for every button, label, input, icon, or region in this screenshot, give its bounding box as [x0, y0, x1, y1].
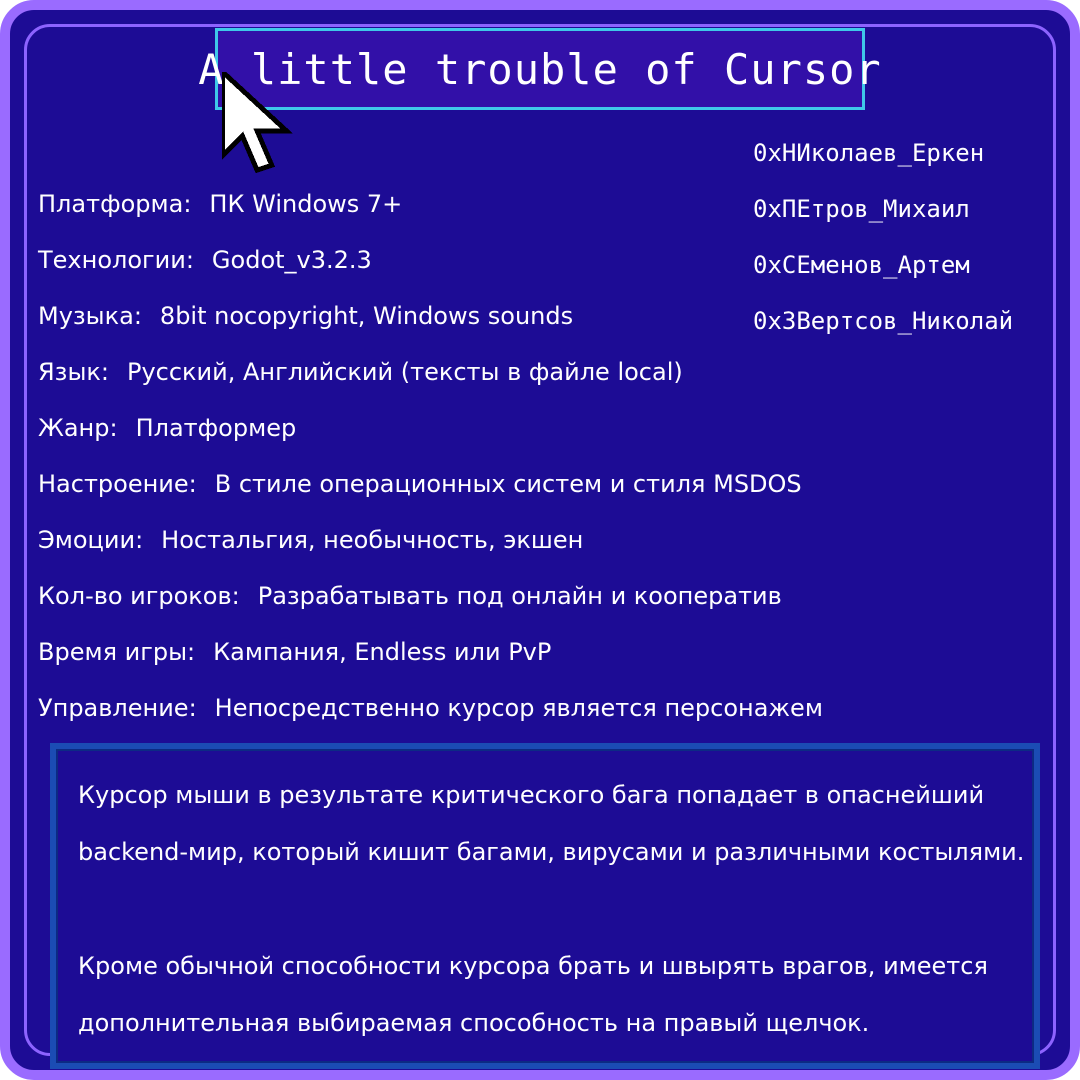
info-value: Кампания, Endless или PvP [213, 638, 552, 666]
title-box: A little trouble of Cursor [198, 28, 881, 110]
info-row-players: Кол-во игроков: Разрабатывать под онлайн… [38, 570, 823, 626]
info-row-music: Музыка: 8bit nocopyright, Windows sounds [38, 290, 823, 346]
info-label: Кол-во игроков: [38, 582, 240, 610]
game-info-list: Платформа: ПК Windows 7+ Технологии: God… [38, 178, 823, 738]
mouse-pointer-icon [222, 72, 293, 174]
info-label: Язык: [38, 358, 109, 386]
info-label: Жанр: [38, 414, 118, 442]
description-line: backend-мир, который кишит багами, вирус… [78, 838, 1025, 866]
game-card: A little trouble of Cursor 0хНИколаев_Ер… [0, 0, 1080, 1080]
description-line: Курсор мыши в результате критического ба… [78, 781, 985, 809]
page-title: A little trouble of Cursor [198, 44, 882, 94]
description-line: дополнительная выбираемая способность на… [78, 1009, 870, 1037]
info-value: Русский, Английский (тексты в файле loca… [126, 358, 683, 386]
info-label: Технологии: [38, 246, 194, 274]
info-value: Платформер [135, 414, 297, 442]
info-row-platform: Платформа: ПК Windows 7+ [38, 178, 823, 234]
info-label: Управление: [38, 694, 197, 722]
info-row-controls: Управление: Непосредственно курсор являе… [38, 682, 823, 738]
info-label: Эмоции: [38, 526, 144, 554]
info-label: Настроение: [38, 470, 197, 498]
description-box: Курсор мыши в результате критического ба… [50, 743, 1040, 1069]
info-value: Ностальгия, необычность, экшен [161, 526, 584, 554]
info-row-genre: Жанр: Платформер [38, 402, 823, 458]
info-label: Время игры: [38, 638, 196, 666]
info-row-playtime: Время игры: Кампания, Endless или PvP [38, 626, 823, 682]
info-row-mood: Настроение: В стиле операционных систем … [38, 458, 823, 514]
info-value: 8bit nocopyright, Windows sounds [159, 302, 574, 330]
info-row-language: Язык: Русский, Английский (тексты в файл… [38, 346, 823, 402]
info-value: Непосредственно курсор является персонаж… [214, 694, 823, 722]
info-value: ПК Windows 7+ [209, 190, 403, 218]
description-line: Кроме обычной способности курсора брать … [78, 952, 988, 980]
info-label: Платформа: [38, 190, 192, 218]
info-value: Разрабатывать под онлайн и кооператив [257, 582, 782, 610]
info-row-emotions: Эмоции: Ностальгия, необычность, экшен [38, 514, 823, 570]
info-row-technology: Технологии: Godot_v3.2.3 [38, 234, 823, 290]
info-label: Музыка: [38, 302, 142, 330]
info-value: В стиле операционных систем и стиля MSDO… [214, 470, 802, 498]
info-value: Godot_v3.2.3 [211, 246, 372, 274]
